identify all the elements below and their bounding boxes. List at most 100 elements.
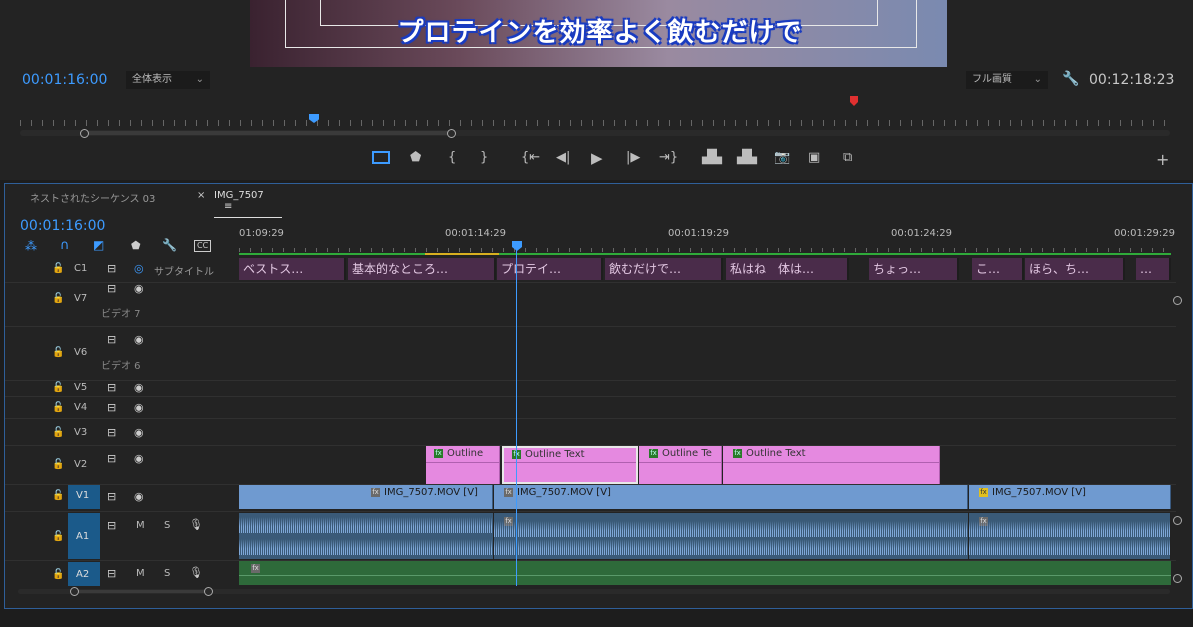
toggle-sync-icon[interactable]: ⊟ [107, 490, 116, 503]
wrench-icon[interactable]: 🔧 [1062, 71, 1079, 87]
track-name-v2: V2 [74, 459, 88, 470]
toggle-sync-icon[interactable]: ⊟ [107, 282, 116, 295]
lock-icon[interactable]: 🔓 [52, 347, 64, 358]
video-preview[interactable]: プロテインを効率よく飲むだけで [250, 0, 947, 67]
vertical-scroll-handle[interactable] [1173, 574, 1182, 583]
mark-in-icon[interactable]: { [448, 150, 456, 165]
zoom-level-dropdown[interactable]: 全体表示 ⌄ [126, 71, 210, 89]
caption-clip[interactable]: こ… [972, 258, 1024, 280]
vertical-scroll-handle[interactable] [1173, 516, 1182, 525]
graphic-clip-selected[interactable]: fxOutline Text [502, 446, 638, 484]
add-marker-icon[interactable]: ⬟ [410, 150, 421, 165]
video-clip[interactable]: fx IMG_7507.MOV [V] [969, 485, 1171, 509]
caption-clip[interactable]: 私はね 体は… [726, 258, 849, 280]
audio-clip[interactable] [239, 513, 494, 559]
audio-waveform [239, 539, 493, 555]
eye-icon[interactable]: ◉ [134, 381, 144, 394]
playback-resolution-dropdown[interactable]: フル画質 ⌄ [966, 71, 1048, 89]
step-forward-icon[interactable]: |▶ [626, 150, 640, 165]
playhead-timecode[interactable]: 00:01:16:00 [22, 72, 107, 88]
toggle-sync-icon[interactable]: ⊟ [107, 452, 116, 465]
eye-icon[interactable]: ◉ [134, 452, 144, 465]
audio-clip-a2[interactable]: fx [239, 561, 1171, 585]
timeline-timecode[interactable]: 00:01:16:00 [20, 218, 105, 234]
toggle-sync-icon[interactable]: ⊟ [107, 567, 116, 580]
button-editor-add[interactable]: + [1156, 150, 1169, 169]
tab-img-7507[interactable]: IMG_7507 ≡ [214, 190, 282, 218]
monitor-zoom-range[interactable] [84, 131, 452, 135]
toggle-sync-icon[interactable]: ⊟ [107, 381, 116, 394]
video-clip[interactable]: fx IMG_7507.MOV [V] [239, 485, 493, 509]
lock-icon[interactable]: 🔓 [52, 382, 64, 393]
extract-icon[interactable]: ▟▙ [737, 150, 757, 165]
lock-icon[interactable]: 🔓 [52, 402, 64, 413]
go-to-in-icon[interactable]: {⇤ [521, 150, 540, 165]
microphone-icon[interactable]: 🎙 [189, 566, 203, 579]
caption-clip[interactable]: ベストス… [239, 258, 346, 280]
lock-icon[interactable]: 🔓 [52, 263, 64, 274]
solo-button[interactable]: S [164, 520, 170, 531]
mute-button[interactable]: M [136, 568, 145, 579]
tab-close-icon[interactable]: × [197, 190, 205, 201]
toggle-sync-icon[interactable]: ⊟ [107, 401, 116, 414]
proxy-toggle-icon[interactable]: ⧉ [843, 150, 852, 165]
marker-red[interactable] [850, 96, 858, 106]
caption-clip[interactable]: ちょっ… [869, 258, 959, 280]
timeline-playhead-line[interactable] [516, 250, 517, 586]
lock-icon[interactable]: 🔓 [52, 459, 64, 470]
step-back-icon[interactable]: ◀| [556, 150, 570, 165]
lock-icon[interactable]: 🔓 [52, 490, 64, 501]
caption-clip[interactable]: ほら、ち… [1025, 258, 1125, 280]
graphic-clip[interactable]: fx Outline Text [723, 446, 940, 484]
caption-clip[interactable]: 基本的なところ… [348, 258, 496, 280]
lift-icon[interactable]: ▟▙ [702, 150, 722, 165]
lock-icon[interactable]: 🔓 [52, 531, 64, 542]
mark-out-icon[interactable]: } [480, 150, 488, 165]
toggle-sync-icon[interactable]: ⊟ [107, 426, 116, 439]
eye-icon[interactable]: ◉ [134, 401, 144, 414]
lock-icon[interactable]: 🔓 [52, 293, 64, 304]
zoom-handle-right[interactable] [447, 129, 456, 138]
panel-menu-icon[interactable]: ≡ [224, 201, 232, 212]
toggle-sync-icon[interactable]: ⊟ [107, 519, 116, 532]
graphic-clip[interactable]: fx Outline Te [639, 446, 722, 484]
snap-magnet-icon[interactable]: ∩ [60, 238, 70, 253]
play-icon[interactable]: ▶ [591, 149, 603, 167]
toggle-sync-icon[interactable]: ⊟ [107, 262, 116, 275]
safe-margins-button[interactable] [372, 151, 390, 164]
wrench-icon[interactable]: 🔧 [162, 238, 177, 252]
linked-selection-icon[interactable]: ◩ [93, 238, 104, 252]
captions-cc-icon[interactable]: CC [194, 240, 212, 252]
comparison-view-icon[interactable]: ▣ [808, 150, 820, 165]
eye-icon[interactable]: ◉ [134, 490, 144, 503]
audio-clip[interactable]: fx [969, 513, 1171, 559]
zoom-handle-right[interactable] [204, 587, 213, 596]
graphic-clip[interactable]: fx Outline [426, 446, 500, 484]
solo-button[interactable]: S [164, 568, 170, 579]
eye-icon[interactable]: ◉ [134, 426, 144, 439]
eye-hidden-icon[interactable]: ◎ [134, 262, 144, 275]
export-frame-icon[interactable]: 📷 [774, 150, 790, 165]
eye-icon[interactable]: ◉ [134, 333, 144, 346]
lock-icon[interactable]: 🔓 [52, 569, 64, 580]
tab-nested-sequence[interactable]: ネストされたシーケンス 03 [30, 190, 155, 205]
caption-clip[interactable]: 飲むだけで… [605, 258, 723, 280]
toggle-sync-icon[interactable]: ⊟ [107, 333, 116, 346]
microphone-icon[interactable]: 🎙 [189, 518, 203, 531]
nest-icon[interactable]: ⁂ [25, 239, 37, 253]
go-to-out-icon[interactable]: ⇥} [659, 150, 678, 165]
audio-clip[interactable]: fx [494, 513, 969, 559]
mute-button[interactable]: M [136, 520, 145, 531]
video-clip[interactable]: fx IMG_7507.MOV [V] [494, 485, 968, 509]
caption-clip[interactable]: プロテイ… [497, 258, 603, 280]
lock-icon[interactable]: 🔓 [52, 427, 64, 438]
vertical-scroll-handle[interactable] [1173, 296, 1182, 305]
monitor-time-ruler[interactable] [20, 120, 1170, 126]
zoom-handle-left[interactable] [80, 129, 89, 138]
caption-clip[interactable]: … [1136, 258, 1171, 280]
add-marker-icon[interactable]: ⬟ [131, 239, 141, 252]
zoom-handle-left[interactable] [70, 587, 79, 596]
eye-icon[interactable]: ◉ [134, 282, 144, 295]
timeline-ruler[interactable]: 01:09:29 00:01:14:29 00:01:19:29 00:01:2… [239, 228, 1175, 255]
timeline-zoom-range[interactable] [74, 590, 210, 593]
